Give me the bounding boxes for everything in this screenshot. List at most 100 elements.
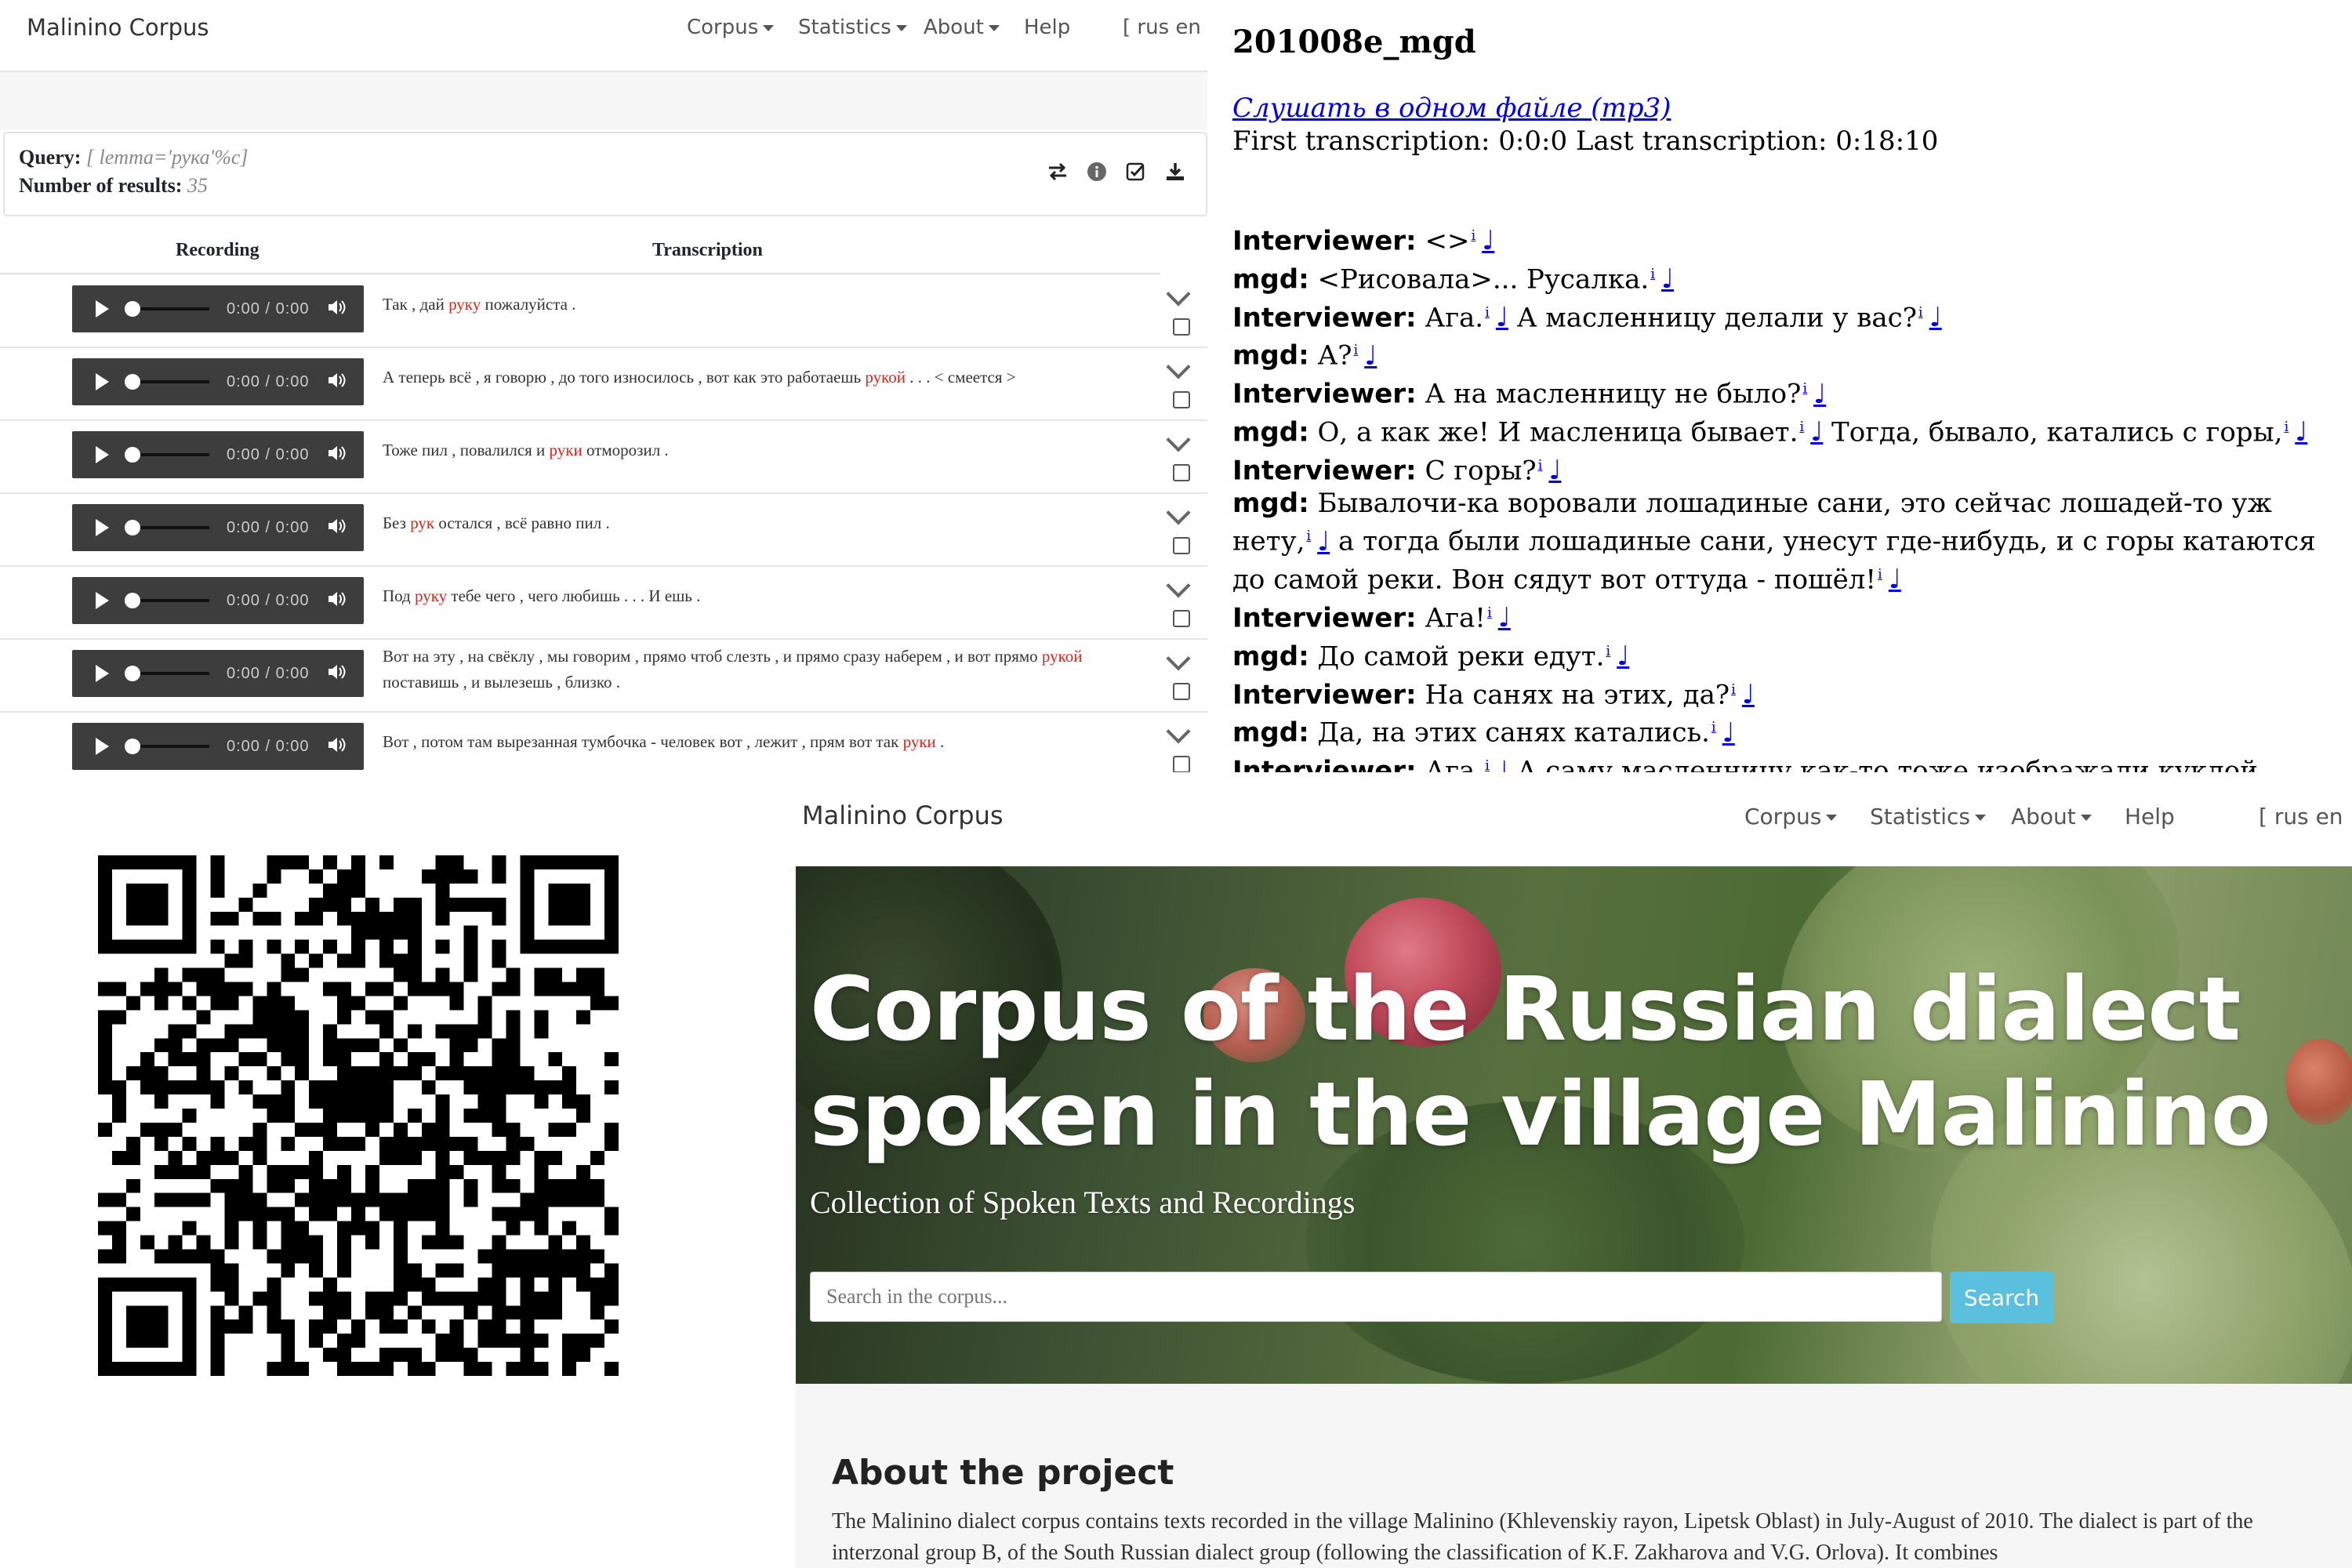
info-link[interactable]: i	[1354, 342, 1359, 358]
search-hit[interactable]: рук	[410, 514, 434, 532]
play-segment-icon[interactable]: ♩	[1317, 526, 1330, 557]
play-segment-icon[interactable]: ♩	[1496, 756, 1508, 772]
seek-handle[interactable]	[125, 374, 140, 390]
navbar-brand[interactable]: Malinino Corpus	[27, 14, 209, 41]
play-segment-icon[interactable]: ♩	[1661, 263, 1674, 295]
info-icon[interactable]	[1087, 162, 1107, 182]
chevron-down-icon[interactable]	[1166, 354, 1191, 379]
row-checkbox[interactable]	[1173, 537, 1190, 554]
row-checkbox[interactable]	[1173, 391, 1190, 408]
corpus-search-input[interactable]	[810, 1272, 1942, 1322]
info-link[interactable]: i	[1485, 757, 1490, 772]
seek-handle[interactable]	[125, 739, 140, 754]
info-link[interactable]: i	[1731, 681, 1736, 698]
volume-icon[interactable]	[327, 372, 346, 393]
seek-bar[interactable]	[125, 447, 209, 463]
nav-help[interactable]: Help	[2125, 804, 2175, 829]
play-segment-icon[interactable]: ♩	[1722, 717, 1735, 749]
row-checkbox[interactable]	[1173, 464, 1190, 481]
seek-bar[interactable]	[125, 593, 209, 608]
search-hit[interactable]: руку	[415, 586, 447, 605]
play-segment-icon[interactable]: ♩	[1496, 302, 1508, 333]
play-icon[interactable]	[96, 738, 109, 755]
download-icon[interactable]	[1165, 162, 1185, 182]
swap-icon[interactable]	[1047, 162, 1068, 182]
volume-icon[interactable]	[327, 736, 346, 757]
info-link[interactable]: i	[1538, 457, 1543, 474]
seek-bar[interactable]	[125, 374, 209, 390]
info-link[interactable]: i	[1799, 419, 1804, 435]
audio-player[interactable]: 0:00 / 0:00	[72, 577, 364, 624]
navbar-brand[interactable]: Malinino Corpus	[802, 800, 1004, 830]
chevron-down-icon[interactable]	[1166, 646, 1191, 671]
info-link[interactable]: i	[1878, 566, 1882, 583]
row-checkbox[interactable]	[1173, 683, 1190, 700]
nav-about-dropdown[interactable]: About	[2011, 804, 2092, 829]
info-link[interactable]: i	[1306, 528, 1311, 544]
seek-handle[interactable]	[125, 301, 140, 317]
play-icon[interactable]	[96, 373, 109, 390]
play-segment-icon[interactable]: ♩	[1813, 379, 1826, 410]
info-link[interactable]: i	[1471, 227, 1475, 244]
nav-help[interactable]: Help	[1024, 16, 1070, 39]
info-link[interactable]: i	[1650, 266, 1655, 282]
info-link[interactable]: i	[2284, 419, 2288, 435]
audio-player[interactable]: 0:00 / 0:00	[72, 285, 364, 332]
audio-player[interactable]: 0:00 / 0:00	[72, 358, 364, 405]
seek-bar[interactable]	[125, 666, 209, 681]
search-hit[interactable]: руки	[550, 441, 583, 459]
volume-icon[interactable]	[327, 663, 346, 684]
chevron-down-icon[interactable]	[1166, 427, 1191, 452]
play-segment-icon[interactable]: ♩	[1810, 416, 1823, 448]
volume-icon[interactable]	[327, 517, 346, 539]
search-hit[interactable]: рукой	[1042, 647, 1083, 666]
play-icon[interactable]	[96, 665, 109, 682]
chevron-down-icon[interactable]	[1166, 573, 1191, 598]
volume-icon[interactable]	[327, 590, 346, 612]
row-checkbox[interactable]	[1173, 318, 1190, 336]
play-icon[interactable]	[96, 592, 109, 609]
info-link[interactable]: i	[1485, 304, 1490, 321]
select-all-icon[interactable]	[1126, 162, 1146, 182]
play-segment-icon[interactable]: ♩	[1498, 602, 1511, 633]
row-checkbox[interactable]	[1173, 756, 1190, 772]
play-segment-icon[interactable]: ♩	[1482, 225, 1494, 256]
audio-player[interactable]: 0:00 / 0:00	[72, 650, 364, 697]
play-segment-icon[interactable]: ♩	[2295, 416, 2307, 448]
seek-handle[interactable]	[125, 447, 140, 463]
nav-statistics-dropdown[interactable]: Statistics	[798, 16, 907, 39]
play-segment-icon[interactable]: ♩	[1929, 302, 1942, 333]
audio-player[interactable]: 0:00 / 0:00	[72, 504, 364, 551]
search-button[interactable]: Search	[1950, 1272, 2053, 1323]
seek-handle[interactable]	[125, 666, 140, 681]
seek-bar[interactable]	[125, 520, 209, 535]
language-switch[interactable]: [ rus en ]	[2259, 804, 2352, 829]
info-link[interactable]: i	[1918, 304, 1923, 321]
search-hit[interactable]: рукой	[865, 368, 906, 387]
play-icon[interactable]	[96, 519, 109, 536]
play-segment-icon[interactable]: ♩	[1742, 679, 1755, 710]
play-segment-icon[interactable]: ♩	[1889, 564, 1901, 595]
search-hit[interactable]: руку	[448, 295, 481, 314]
nav-corpus-dropdown[interactable]: Corpus	[687, 16, 775, 39]
volume-icon[interactable]	[327, 445, 346, 466]
audio-player[interactable]: 0:00 / 0:00	[72, 431, 364, 478]
info-link[interactable]: i	[1711, 719, 1716, 735]
row-checkbox[interactable]	[1173, 610, 1190, 627]
play-icon[interactable]	[96, 300, 109, 318]
mp3-link[interactable]: Слушать в одном файле (mp3)	[1232, 93, 1671, 124]
seek-bar[interactable]	[125, 739, 209, 754]
audio-player[interactable]: 0:00 / 0:00	[72, 723, 364, 770]
nav-statistics-dropdown[interactable]: Statistics	[1870, 804, 1986, 829]
play-segment-icon[interactable]: ♩	[1617, 641, 1629, 672]
seek-handle[interactable]	[125, 593, 140, 608]
nav-corpus-dropdown[interactable]: Corpus	[1744, 804, 1838, 829]
chevron-down-icon[interactable]	[1166, 281, 1191, 307]
search-hit[interactable]: руки	[903, 732, 936, 751]
chevron-down-icon[interactable]	[1166, 719, 1191, 744]
info-link[interactable]: i	[1802, 380, 1807, 397]
language-switch[interactable]: [ rus en ]	[1123, 16, 1207, 39]
nav-about-dropdown[interactable]: About	[924, 16, 1000, 39]
seek-bar[interactable]	[125, 301, 209, 317]
play-segment-icon[interactable]: ♩	[1364, 340, 1377, 372]
